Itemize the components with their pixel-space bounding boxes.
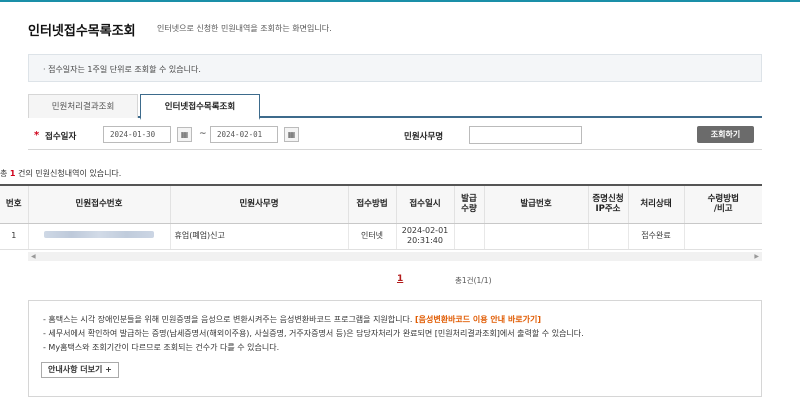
pagination-info: 총1건(1/1) [455,276,492,285]
redacted-receipt-number [44,231,154,239]
scroll-left-icon[interactable]: ◀ [31,252,36,261]
cell-qty [453,223,484,250]
required-mark: * [34,130,40,141]
col-status: 처리상태 [627,184,684,224]
tab-internet-receipt-list[interactable]: 인터넷접수목록조회 [140,94,260,120]
calendar-icon[interactable]: ▦ [177,127,192,142]
date-label: 접수일자 [45,132,77,142]
result-table: 번호 민원접수번호 민원사무명 접수방법 접수일시 발급 수량 발급번호 증명신… [0,184,762,250]
voice-barcode-guide-link[interactable]: [음성변환바코드 이용 안내 바로가기] [415,315,541,324]
date-from-input[interactable]: 2024-01-30 [103,126,171,143]
table-header-row: 번호 민원접수번호 민원사무명 접수방법 접수일시 발급 수량 발급번호 증명신… [0,184,762,224]
date-to-input[interactable]: 2024-02-01 [210,126,278,143]
col-remark: 수령방법 /비고 [683,184,762,224]
cell-issue-no [483,223,588,250]
guide-line-3: - My홈택스와 조회기간이 다르므로 조회되는 건수가 다를 수 있습니다. [43,343,280,352]
result-count: 총 1 건의 민원신청내역이 있습니다. [0,169,122,178]
table-row[interactable]: 1 휴업(폐업)신고 인터넷 2024-02-01 20:31:40 접수완료 [0,223,762,250]
top-accent-line [0,0,800,2]
tab-result-inquiry[interactable]: 민원처리결과조회 [28,94,138,118]
cell-no: 1 [0,223,28,250]
office-name-label: 민원사무명 [404,132,444,142]
cell-office-name: 휴업(폐업)신고 [169,223,348,250]
guide-line-1: - 홈택스는 시각 장애인분들을 위해 민원증명을 음성으로 변환시켜주는 음성… [43,315,542,324]
col-method: 접수방법 [347,184,396,224]
notice-box: · 접수일자는 1주일 단위로 조회할 수 있습니다. [28,54,762,82]
office-name-input[interactable] [469,126,582,144]
page-description: 인터넷으로 신청한 민원내역을 조회하는 화면입니다. [157,24,332,33]
col-ip: 증명신청 IP주소 [587,184,628,224]
more-guide-button[interactable]: 안내사항 더보기 + [41,362,119,378]
cell-status: 접수완료 [627,223,684,250]
cell-remark [683,223,762,250]
scroll-right-icon[interactable]: ▶ [754,252,759,261]
col-receipt-no: 민원접수번호 [27,184,170,224]
search-button[interactable]: 조회하기 [697,126,754,143]
cell-receipt-no[interactable] [27,223,170,250]
cell-date: 2024-02-01 20:31:40 [395,223,454,250]
horizontal-scrollbar[interactable]: ◀ ▶ [28,252,762,261]
range-separator: ~ [199,129,207,139]
col-qty: 발급 수량 [453,184,484,224]
col-no: 번호 [0,184,28,224]
col-issue-no: 발급번호 [483,184,588,224]
cell-ip [587,223,628,250]
calendar-icon[interactable]: ▦ [284,127,299,142]
search-bar: * 접수일자 2024-01-30 ▦ ~ 2024-02-01 ▦ 민원사무명… [28,120,762,150]
col-office-name: 민원사무명 [169,184,348,224]
tab-bar: 민원처리결과조회 인터넷접수목록조회 [28,94,762,120]
page-title: 인터넷접수목록조회 [28,24,136,39]
guide-line-2: - 세무서에서 확인하여 발급하는 증명(납세증명서(해외이주용), 사실증명,… [43,329,584,338]
guide-box: - 홈택스는 시각 장애인분들을 위해 민원증명을 음성으로 변환시켜주는 음성… [28,300,762,397]
cell-method: 인터넷 [347,223,396,250]
pagination-current-page[interactable]: 1 [397,274,403,284]
col-date: 접수일시 [395,184,454,224]
notice-text: · 접수일자는 1주일 단위로 조회할 수 있습니다. [43,65,201,74]
